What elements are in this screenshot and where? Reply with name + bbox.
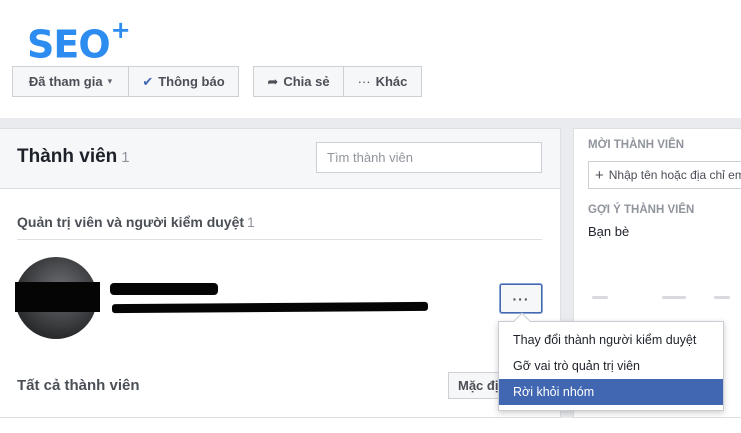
member-search-input[interactable] bbox=[316, 142, 542, 173]
joined-label: Đã tham gia bbox=[28, 74, 103, 89]
add-member-field[interactable]: + Nhập tên hoặc địa chỉ email bbox=[588, 161, 741, 189]
redacted-member-name[interactable] bbox=[110, 283, 218, 295]
members-card-header: Thành viên 1 bbox=[0, 129, 560, 189]
menu-item-remove-admin[interactable]: Gỡ vai trò quản trị viên bbox=[499, 353, 723, 379]
menu-item-leave-group[interactable]: Rời khỏi nhóm bbox=[499, 379, 723, 405]
member-options-menu: Thay đổi thành người kiểm duyệt Gỡ vai t… bbox=[498, 312, 724, 411]
seo-logo: SEO+ bbox=[27, 16, 131, 67]
blurred-text bbox=[662, 296, 686, 299]
plus-icon: + bbox=[595, 166, 604, 184]
share-button[interactable]: ➦ Chia sẻ bbox=[253, 66, 344, 97]
friends-label: Bạn bè bbox=[588, 224, 630, 239]
section-divider bbox=[17, 239, 542, 240]
joined-button[interactable]: Đã tham gia ▾ bbox=[12, 66, 129, 97]
chevron-down-icon: ▾ bbox=[107, 76, 113, 86]
blurred-text bbox=[714, 296, 730, 299]
bottom-strip bbox=[0, 418, 741, 433]
add-member-placeholder: Nhập tên hoặc địa chỉ email bbox=[608, 168, 741, 182]
admins-count: 1 bbox=[247, 214, 255, 230]
suggest-members-heading: GỢI Ý THÀNH VIÊN bbox=[588, 204, 695, 216]
notifications-label: Thông báo bbox=[158, 74, 225, 89]
checkmark-icon: ✔ bbox=[142, 73, 154, 89]
more-button[interactable]: ··· Khác bbox=[343, 66, 422, 97]
share-arrow-icon: ➦ bbox=[267, 73, 279, 89]
all-members-heading: Tất cả thành viên bbox=[17, 377, 140, 394]
notifications-button[interactable]: ✔ Thông báo bbox=[128, 66, 239, 97]
redacted-member-info bbox=[111, 301, 429, 314]
members-card: Thành viên1 Quản trị viên và người kiểm … bbox=[0, 128, 561, 418]
member-options-button[interactable]: ··· bbox=[500, 284, 542, 313]
invite-members-heading: MỜI THÀNH VIÊN bbox=[588, 139, 685, 151]
blurred-text bbox=[592, 296, 608, 299]
more-label: Khác bbox=[375, 74, 408, 89]
redacted-name-block bbox=[15, 282, 100, 312]
more-dots-icon: ··· bbox=[357, 74, 371, 89]
share-label: Chia sẻ bbox=[283, 74, 330, 89]
admins-heading: Quản trị viên và người kiểm duyệt 1 bbox=[17, 214, 255, 230]
members-count: 1 bbox=[121, 149, 130, 166]
menu-item-make-moderator[interactable]: Thay đổi thành người kiểm duyệt bbox=[499, 327, 723, 353]
members-title: Thành viên 1 bbox=[17, 146, 130, 167]
more-dots-icon: ··· bbox=[512, 290, 530, 307]
